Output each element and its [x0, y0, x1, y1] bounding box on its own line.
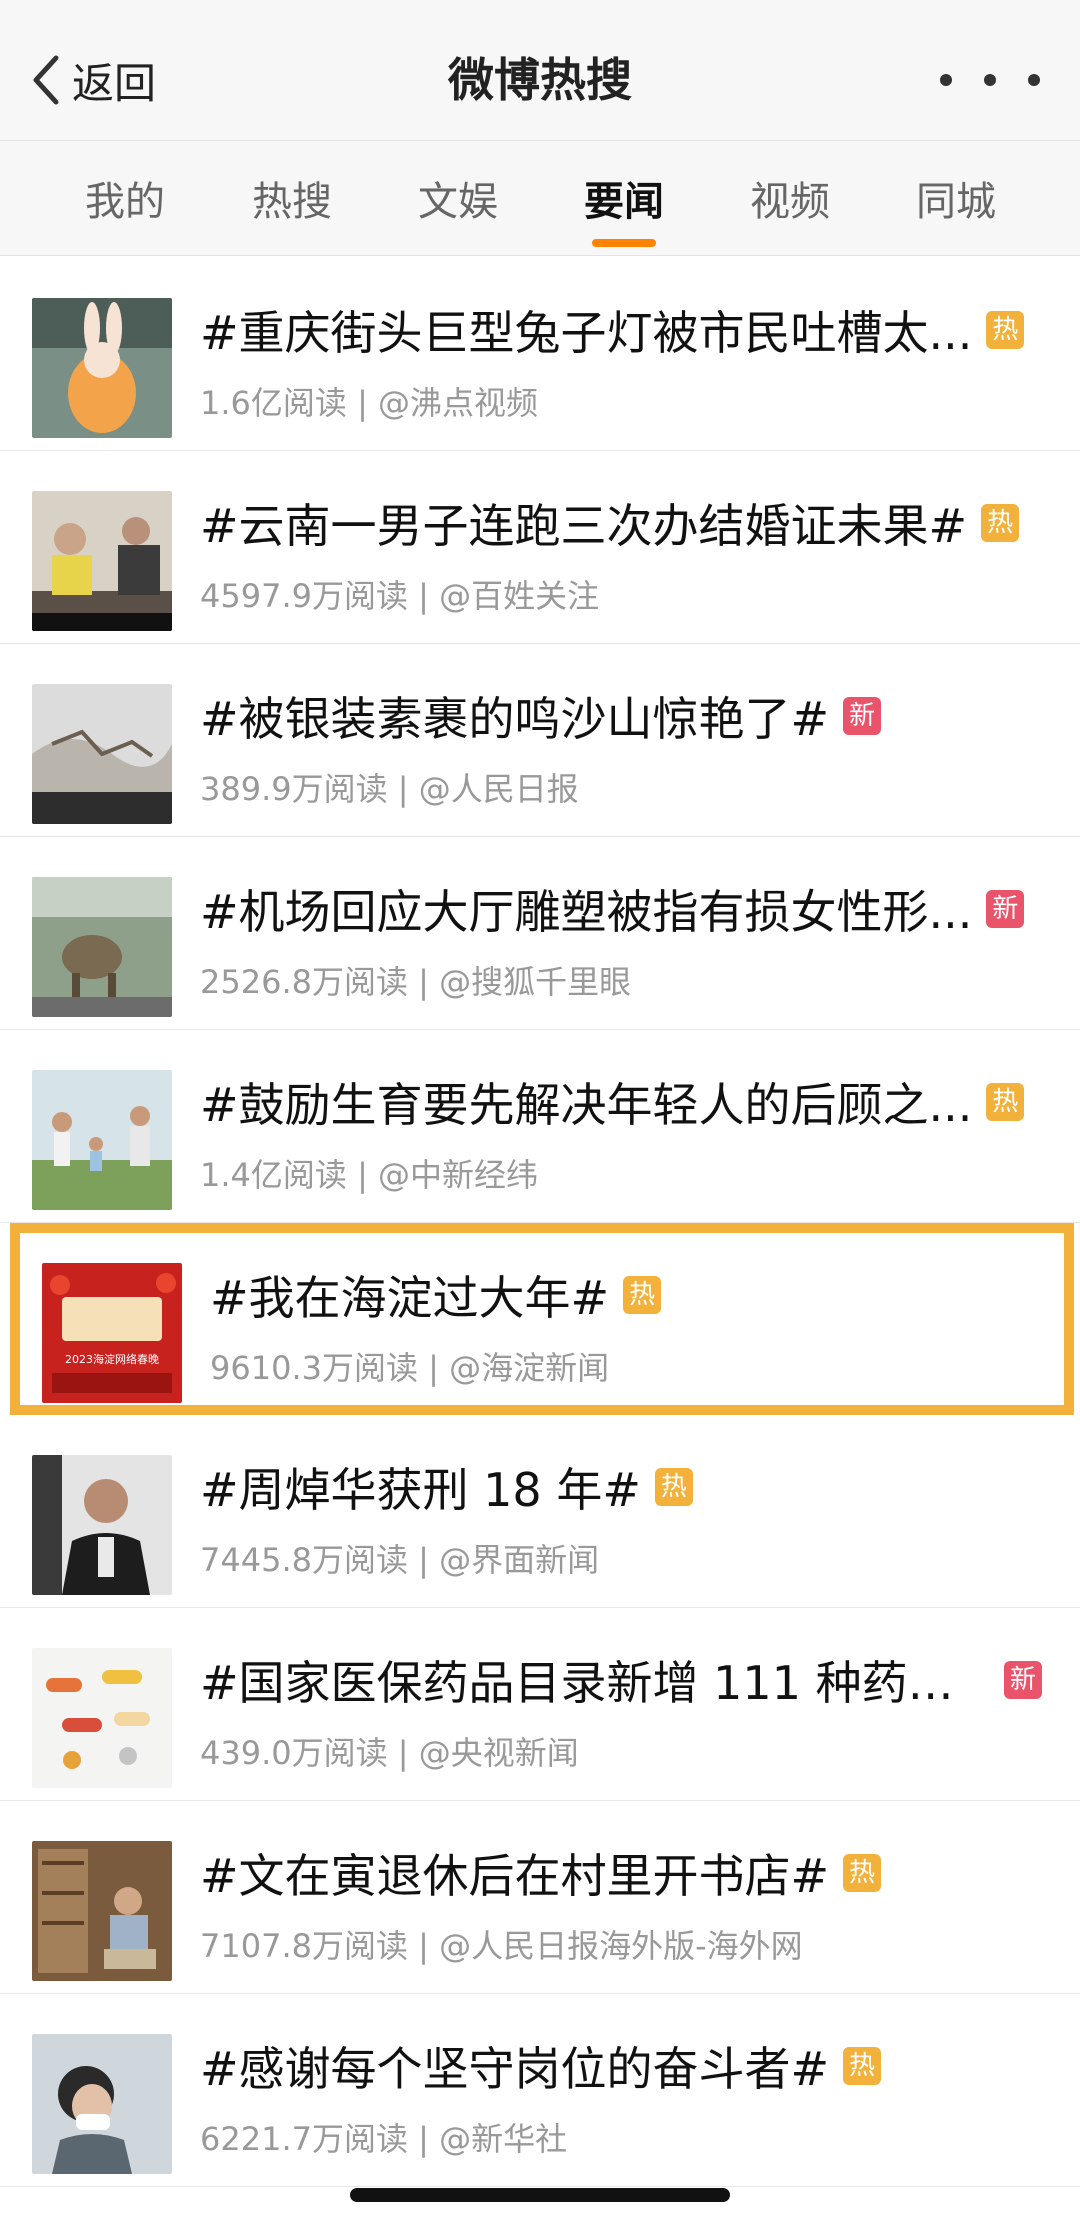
meta-separator: |	[418, 2120, 440, 2158]
more-options-button[interactable]	[940, 62, 1040, 98]
hot-badge: 热	[981, 504, 1020, 542]
topic-title: #云南一男子连跑三次办结婚证未果#	[200, 499, 968, 553]
topic-meta: 2526.8万阅读 | @搜狐千里眼	[200, 957, 631, 1003]
more-dot-icon	[984, 74, 996, 86]
list-item[interactable]: #重庆街头巨型兔子灯被市民吐槽太... 热 1.6亿阅读 | @沸点视频	[0, 258, 1080, 451]
meta-separator: |	[418, 1927, 440, 1965]
read-count: 439.0万阅读	[200, 1734, 388, 1772]
topic-meta: 6221.7万阅读 | @新华社	[200, 2114, 567, 2160]
page-title: 微博热搜	[448, 53, 632, 107]
topic-title: #文在寅退休后在村里开书店#	[200, 1849, 830, 1903]
topic-meta: 1.4亿阅读 | @中新经纬	[200, 1150, 538, 1196]
topic-thumbnail	[32, 1841, 172, 1981]
new-badge: 新	[1004, 1661, 1042, 1699]
meta-separator: |	[397, 770, 419, 808]
topic-meta: 1.6亿阅读 | @沸点视频	[200, 378, 538, 424]
topic-title: #重庆街头巨型兔子灯被市民吐槽太...	[200, 306, 973, 360]
active-tab-indicator	[592, 239, 656, 247]
tab-video[interactable]: 视频	[720, 169, 860, 227]
hot-badge: 热	[843, 1854, 882, 1892]
read-count: 1.4亿阅读	[200, 1156, 347, 1194]
list-item[interactable]: #文在寅退休后在村里开书店# 热 7107.8万阅读 | @人民日报海外版-海外…	[0, 1801, 1080, 1994]
source-account: @沸点视频	[378, 384, 539, 422]
new-badge: 新	[843, 697, 882, 735]
meta-separator: |	[357, 1156, 379, 1194]
meta-separator: |	[357, 384, 379, 422]
meta-separator: |	[418, 1541, 440, 1579]
thumbnail-caption: 2023海淀网络春晚	[65, 1352, 159, 1366]
tab-entertainment[interactable]: 文娱	[388, 169, 528, 227]
tab-mine[interactable]: 我的	[55, 169, 195, 227]
topic-thumbnail	[32, 684, 172, 824]
topic-title: #被银装素裹的鸣沙山惊艳了#	[200, 692, 830, 746]
topic-title: #我在海淀过大年#	[210, 1271, 610, 1325]
topic-title: #感谢每个坚守岗位的奋斗者#	[200, 2042, 830, 2096]
top-nav-bar: 返回 微博热搜	[0, 0, 1080, 141]
read-count: 4597.9万阅读	[200, 577, 408, 615]
topic-thumbnail	[32, 877, 172, 1017]
source-account: @人民日报海外版-海外网	[439, 1927, 803, 1965]
source-account: @央视新闻	[418, 1734, 579, 1772]
topic-thumbnail	[32, 1070, 172, 1210]
hot-badge: 热	[986, 1083, 1025, 1121]
topic-meta: 7445.8万阅读 | @界面新闻	[200, 1535, 599, 1581]
topic-meta: 389.9万阅读 | @人民日报	[200, 764, 579, 810]
topic-meta: 9610.3万阅读 | @海淀新闻	[210, 1343, 609, 1389]
topic-meta: 439.0万阅读 | @央视新闻	[200, 1728, 579, 1774]
category-tab-bar: 我的 热搜 文娱 要闻 视频 同城	[0, 141, 1080, 256]
meta-separator: |	[418, 577, 440, 615]
topic-thumbnail	[32, 1455, 172, 1595]
read-count: 7107.8万阅读	[200, 1927, 408, 1965]
source-account: @界面新闻	[439, 1541, 600, 1579]
list-item[interactable]: #机场回应大厅雕塑被指有损女性形... 新 2526.8万阅读 | @搜狐千里眼	[0, 837, 1080, 1030]
read-count: 6221.7万阅读	[200, 2120, 408, 2158]
topic-title: #周焯华获刑 18 年#	[200, 1463, 641, 1517]
source-account: @海淀新闻	[449, 1349, 610, 1387]
read-count: 9610.3万阅读	[210, 1349, 418, 1387]
list-item[interactable]: #被银装素裹的鸣沙山惊艳了# 新 389.9万阅读 | @人民日报	[0, 644, 1080, 837]
read-count: 389.9万阅读	[200, 770, 388, 808]
hot-badge: 热	[986, 311, 1025, 349]
topic-thumbnail	[32, 2034, 172, 2174]
topic-thumbnail	[32, 298, 172, 438]
topic-meta: 4597.9万阅读 | @百姓关注	[200, 571, 599, 617]
source-account: @新华社	[439, 2120, 568, 2158]
source-account: @中新经纬	[378, 1156, 539, 1194]
more-dot-icon	[1028, 74, 1040, 86]
hot-topic-list: #重庆街头巨型兔子灯被市民吐槽太... 热 1.6亿阅读 | @沸点视频 #云南…	[0, 258, 1080, 2187]
topic-thumbnail	[32, 1648, 172, 1788]
topic-thumbnail	[32, 491, 172, 631]
read-count: 7445.8万阅读	[200, 1541, 408, 1579]
topic-thumbnail: 2023海淀网络春晚	[42, 1263, 182, 1403]
topic-meta: 7107.8万阅读 | @人民日报海外版-海外网	[200, 1921, 803, 1967]
tab-local[interactable]: 同城	[886, 169, 1026, 227]
source-account: @人民日报	[418, 770, 579, 808]
topic-title: #鼓励生育要先解决年轻人的后顾之...	[200, 1078, 973, 1132]
hot-badge: 热	[843, 2047, 882, 2085]
source-account: @百姓关注	[439, 577, 600, 615]
new-badge: 新	[986, 890, 1025, 928]
more-dot-icon	[940, 74, 952, 86]
meta-separator: |	[418, 963, 440, 1001]
read-count: 1.6亿阅读	[200, 384, 347, 422]
topic-title: #机场回应大厅雕塑被指有损女性形...	[200, 885, 973, 939]
meta-separator: |	[397, 1734, 419, 1772]
read-count: 2526.8万阅读	[200, 963, 408, 1001]
source-account: @搜狐千里眼	[439, 963, 632, 1001]
list-item[interactable]: #云南一男子连跑三次办结婚证未果# 热 4597.9万阅读 | @百姓关注	[0, 451, 1080, 644]
list-item[interactable]: #感谢每个坚守岗位的奋斗者# 热 6221.7万阅读 | @新华社	[0, 1994, 1080, 2187]
tab-news[interactable]: 要闻	[554, 169, 694, 227]
meta-separator: |	[428, 1349, 450, 1387]
list-item[interactable]: #鼓励生育要先解决年轻人的后顾之... 热 1.4亿阅读 | @中新经纬	[0, 1030, 1080, 1223]
list-item[interactable]: #周焯华获刑 18 年# 热 7445.8万阅读 | @界面新闻	[0, 1415, 1080, 1608]
list-item-highlighted[interactable]: 2023海淀网络春晚 #我在海淀过大年# 热 9610.3万阅读 | @海淀新闻	[10, 1223, 1074, 1415]
home-indicator[interactable]	[350, 2188, 730, 2202]
topic-title: #国家医保药品目录新增 111 种药品#	[200, 1656, 990, 1710]
tab-hot-search[interactable]: 热搜	[222, 169, 362, 227]
hot-badge: 热	[654, 1468, 693, 1506]
list-item[interactable]: #国家医保药品目录新增 111 种药品# 新 439.0万阅读 | @央视新闻	[0, 1608, 1080, 1801]
hot-badge: 热	[623, 1276, 662, 1314]
